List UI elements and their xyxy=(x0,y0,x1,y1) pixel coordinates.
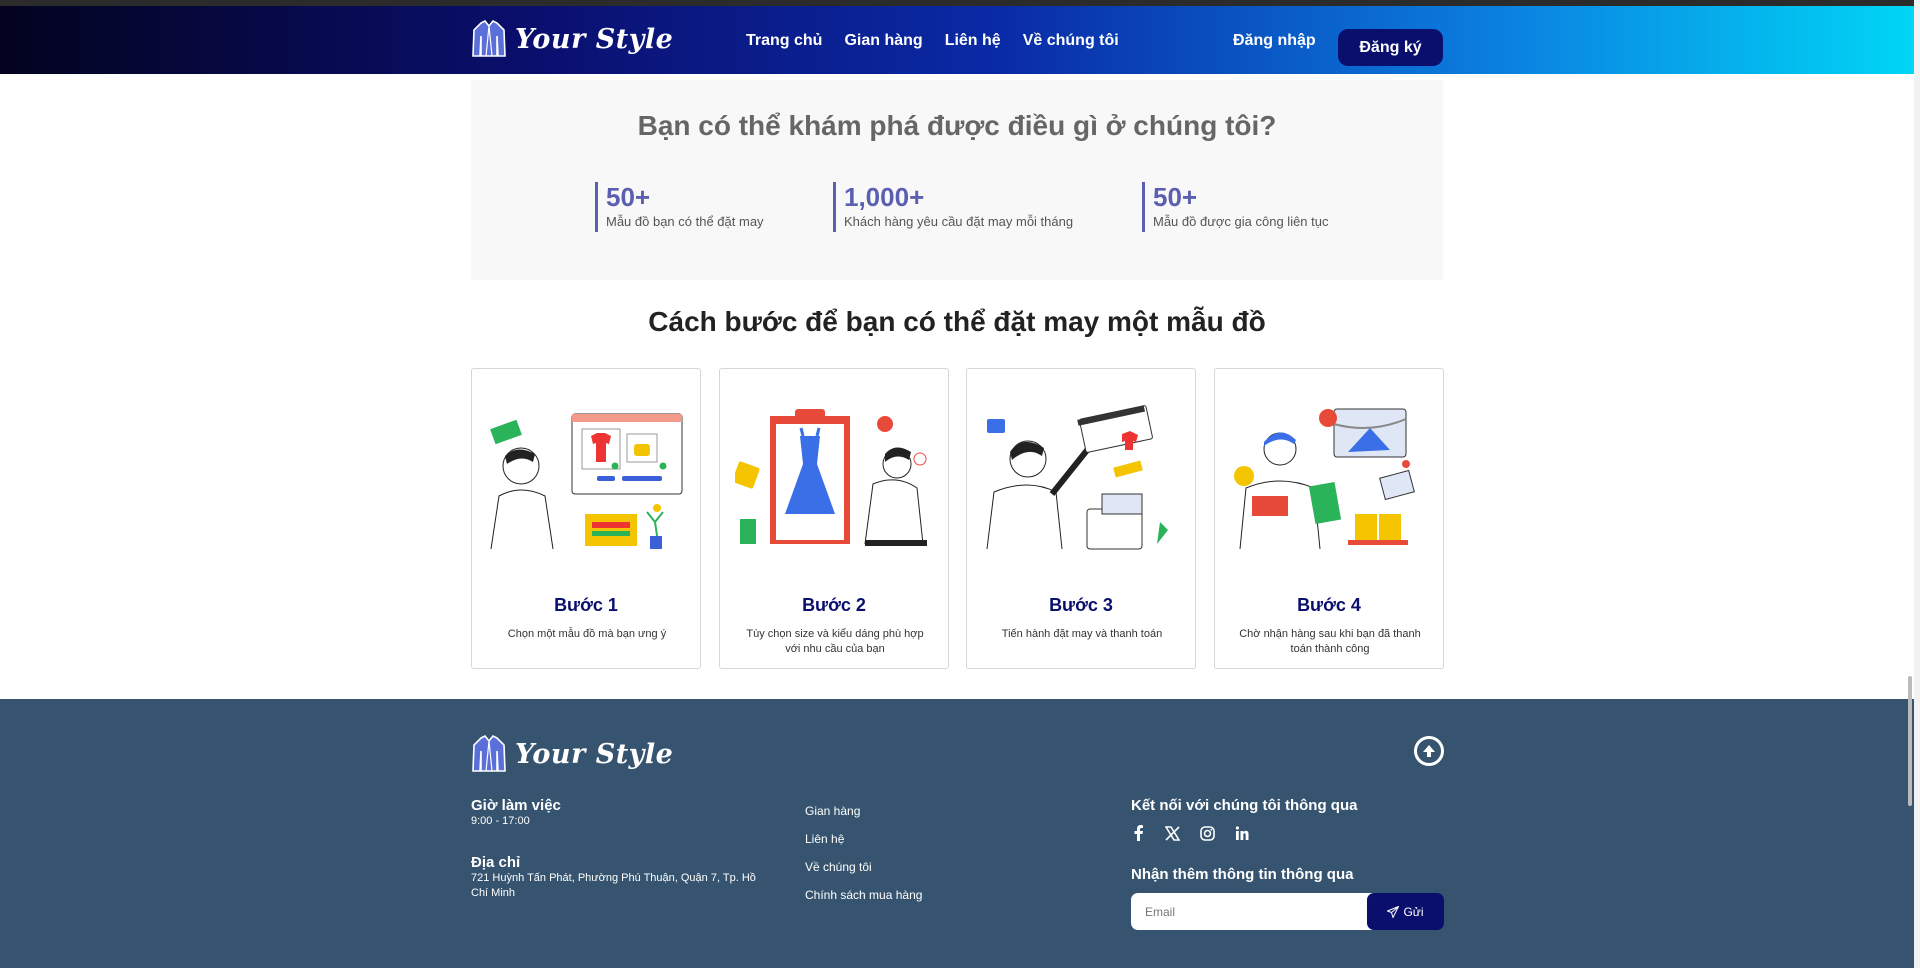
paper-plane-icon xyxy=(1387,905,1400,918)
explore-section: Bạn có thể khám phá được điều gì ở chúng… xyxy=(471,80,1443,280)
arrow-up-icon xyxy=(1423,745,1435,757)
x-icon[interactable] xyxy=(1165,825,1180,841)
footer-link-contact[interactable]: Liên hệ xyxy=(805,832,922,846)
login-link[interactable]: Đăng nhập xyxy=(1233,32,1316,50)
nav-about[interactable]: Về chúng tôi xyxy=(1023,32,1119,50)
site-footer: Your Style Giờ làm việc 9:00 - 17:00 Địa… xyxy=(0,699,1920,968)
newsletter-form: Gửi xyxy=(1131,893,1444,930)
step-title: Bước 1 xyxy=(554,595,618,615)
step-description: Tiến hành đặt may và thanh toán xyxy=(1001,628,1163,640)
steps-title: Cách bước để bạn có thể đặt may một mẫu … xyxy=(648,306,1266,337)
send-button[interactable]: Gửi xyxy=(1367,893,1444,930)
working-hours: Giờ làm việc 9:00 - 17:00 xyxy=(471,797,561,829)
address-title: Địa chỉ xyxy=(471,854,521,871)
nav-home[interactable]: Trang chủ xyxy=(746,32,822,50)
stat-number: 50+ xyxy=(1153,182,1198,212)
send-label: Gửi xyxy=(1403,904,1424,919)
delivery-illustration-icon xyxy=(1234,408,1415,550)
page-scrollbar-thumb[interactable] xyxy=(1908,676,1912,806)
step-description: Tùy chọn size và kiểu dáng phù hợp với n… xyxy=(746,628,924,655)
step-description: Chọn một mẫu đồ mà bạn ưng ý xyxy=(507,628,667,640)
dress-clipboard-illustration-icon xyxy=(735,409,927,546)
newsletter-title: Nhận thêm thông tin thông qua xyxy=(1131,866,1354,883)
signup-button[interactable]: Đăng ký xyxy=(1338,29,1443,66)
social-links xyxy=(1131,825,1249,841)
brand-name: Your Style xyxy=(515,23,674,55)
stat-item: 50+ Mẫu đồ bạn có thể đặt may xyxy=(595,182,764,232)
site-header: Your Style Trang chủ Gian hàng Liên hệ V… xyxy=(0,6,1920,74)
step-title: Bước 2 xyxy=(802,595,866,615)
address-value: 721 Huỳnh Tấn Phát, Phường Phú Thuận, Qu… xyxy=(471,872,756,899)
logo[interactable]: Your Style xyxy=(471,20,673,58)
instagram-icon[interactable] xyxy=(1200,825,1215,841)
scroll-to-top-button[interactable] xyxy=(1414,736,1444,766)
step-description: Chờ nhận hàng sau khi bạn đã thanh toán … xyxy=(1239,628,1421,655)
main-nav: Trang chủ Gian hàng Liên hệ Về chúng tôi xyxy=(746,32,1119,50)
footer-links: Gian hàng Liên hệ Về chúng tôi Chính sác… xyxy=(805,804,922,916)
shopping-illustration-icon xyxy=(490,413,683,550)
stat-label: Mẫu đồ bạn có thể đặt may xyxy=(606,214,764,229)
email-input[interactable] xyxy=(1131,893,1376,930)
nav-contact[interactable]: Liên hệ xyxy=(945,32,1001,50)
step-card: Bước 4 Chờ nhận hàng sau khi bạn đã than… xyxy=(1214,368,1444,669)
jacket-icon xyxy=(472,735,506,772)
connect-title: Kết nối với chúng tôi thông qua xyxy=(1131,797,1358,814)
step-card: Bước 2 Tùy chọn size và kiểu dáng phù hợ… xyxy=(719,368,949,669)
page-scrollbar-track[interactable] xyxy=(1914,0,1920,968)
stat-item: 1,000+ Khách hàng yêu cầu đặt may mỗi th… xyxy=(833,182,1073,232)
step-card: Bước 1 Chọn một mẫu đồ mà bạn ưng ý xyxy=(471,368,701,669)
step-card: Bước 3 Tiến hành đặt may và thanh toán xyxy=(966,368,1196,669)
address: Địa chỉ 721 Huỳnh Tấn Phát, Phường Phú T… xyxy=(471,854,771,901)
hours-title: Giờ làm việc xyxy=(471,797,561,814)
footer-logo[interactable]: Your Style xyxy=(471,735,673,773)
stat-label: Mẫu đồ được gia công liên tục xyxy=(1153,214,1329,229)
facebook-icon[interactable] xyxy=(1131,825,1145,841)
stat-number: 1,000+ xyxy=(844,182,925,212)
stat-number: 50+ xyxy=(606,182,651,212)
stat-item: 50+ Mẫu đồ được gia công liên tục xyxy=(1142,182,1329,232)
stat-label: Khách hàng yêu cầu đặt may mỗi tháng xyxy=(844,214,1074,229)
brand-name: Your Style xyxy=(515,738,674,770)
footer-link-about[interactable]: Về chúng tôi xyxy=(805,860,922,874)
nav-shop[interactable]: Gian hàng xyxy=(844,32,922,50)
checkout-illustration-icon xyxy=(986,405,1168,550)
hours-value: 9:00 - 17:00 xyxy=(471,815,530,827)
step-title: Bước 4 xyxy=(1297,595,1361,615)
footer-link-shop[interactable]: Gian hàng xyxy=(805,804,922,818)
linkedin-icon[interactable] xyxy=(1235,826,1249,840)
jacket-icon xyxy=(472,20,506,57)
footer-link-policy[interactable]: Chính sách mua hàng xyxy=(805,888,922,902)
explore-title: Bạn có thể khám phá được điều gì ở chúng… xyxy=(637,110,1277,141)
step-title: Bước 3 xyxy=(1049,595,1113,615)
